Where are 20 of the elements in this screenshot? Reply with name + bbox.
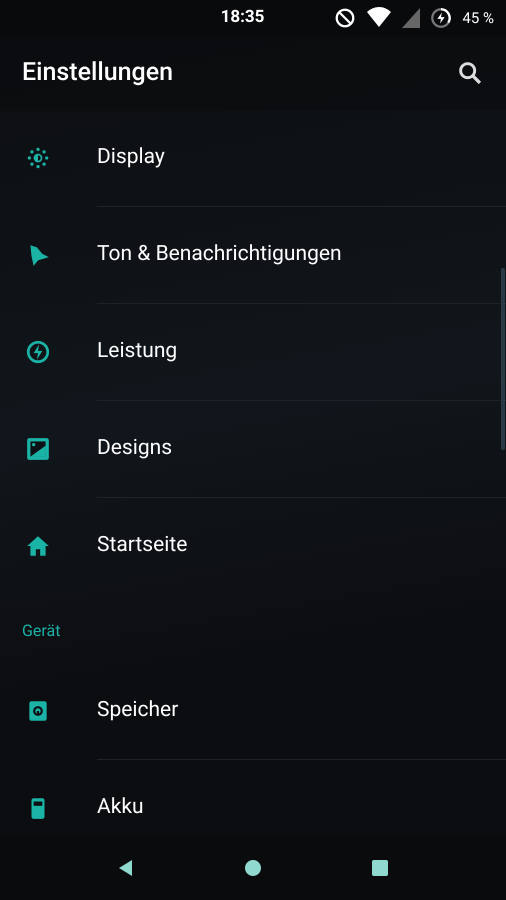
search-icon xyxy=(456,59,484,87)
battery-charging-icon xyxy=(430,7,452,29)
signal-icon xyxy=(402,8,420,28)
battery-percent: 45 % xyxy=(462,8,494,29)
do-not-disturb-icon xyxy=(334,7,356,29)
wifi-icon xyxy=(366,7,392,29)
bolt-icon xyxy=(25,339,51,365)
settings-item[interactable]: Ton & Benachrichtigungen xyxy=(0,207,506,303)
settings-item[interactable]: Leistung xyxy=(0,304,506,400)
settings-item[interactable]: Speicher xyxy=(0,663,506,759)
image-icon xyxy=(25,436,51,462)
settings-item[interactable]: Akku xyxy=(0,760,506,836)
app-title: Einstellungen xyxy=(22,57,174,90)
settings-item[interactable]: Startseite xyxy=(0,498,506,594)
section-header: Gerät xyxy=(22,620,60,642)
back-button[interactable] xyxy=(118,859,134,877)
status-time: 18:35 xyxy=(220,6,264,30)
home-button[interactable] xyxy=(244,859,262,877)
brightness-icon xyxy=(25,145,51,171)
settings-item[interactable]: Display xyxy=(0,110,506,206)
